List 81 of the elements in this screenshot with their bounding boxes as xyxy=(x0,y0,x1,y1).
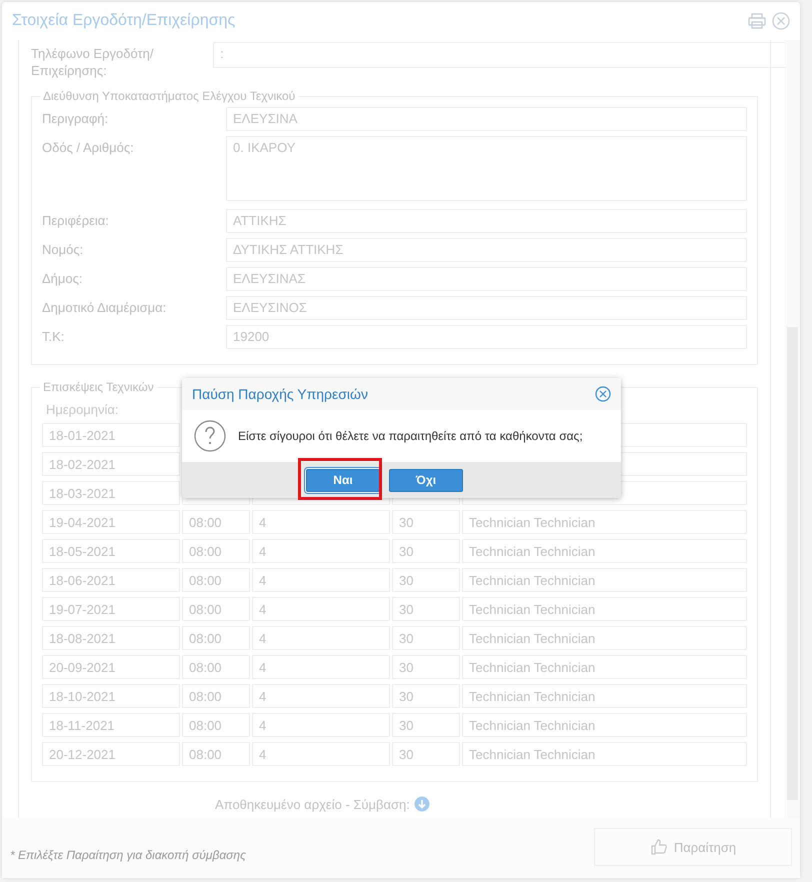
table-cell: 30 xyxy=(392,684,460,708)
input-field[interactable]: ΑΤΤΙΚΗΣ xyxy=(226,209,747,233)
table-cell: 08:00 xyxy=(182,684,250,708)
table-cell: Technician Technician xyxy=(462,742,747,766)
table-cell: 4 xyxy=(252,510,390,534)
table-cell: 18-01-2021 xyxy=(42,423,180,447)
input-field[interactable]: ΕΛΕΥΣΙΝΟΣ xyxy=(226,296,747,320)
fieldset-legend: Επισκέψεις Τεχνικών xyxy=(40,380,157,394)
resign-button[interactable]: Παραίτηση xyxy=(594,828,792,866)
table-cell: 30 xyxy=(392,655,460,679)
field-label: Περιγραφή: xyxy=(42,110,110,127)
table-cell: 4 xyxy=(252,713,390,737)
print-icon[interactable] xyxy=(748,13,766,29)
field-label: Περιφέρεια: xyxy=(42,212,110,229)
table-cell: 30 xyxy=(392,597,460,621)
table-cell: 20-09-2021 xyxy=(42,655,180,679)
table-cell: Technician Technician xyxy=(462,597,747,621)
table-cell: 08:00 xyxy=(182,539,250,563)
table-cell: 18-03-2021 xyxy=(42,481,180,505)
close-icon[interactable] xyxy=(595,386,611,402)
table-cell: 4 xyxy=(252,539,390,563)
table-cell: 08:00 xyxy=(182,655,250,679)
table-cell: 4 xyxy=(252,684,390,708)
table-cell: 18-11-2021 xyxy=(42,713,180,737)
table-cell: Technician Technician xyxy=(462,684,747,708)
table-cell: 30 xyxy=(392,568,460,592)
table-cell: Technician Technician xyxy=(462,568,747,592)
footer-note: * Επιλέξτε Παραίτηση για διακοπή σύμβασης xyxy=(10,848,246,862)
window-title: Στοιχεία Εργοδότη/Επιχείρησης xyxy=(12,12,236,30)
dialog-message: Είστε σίγουροι ότι θέλετε να παραιτηθείτε από τα καθήκοντα σας; xyxy=(238,429,583,443)
field-label: Τ.Κ: xyxy=(42,328,66,345)
field-label: Νομός: xyxy=(42,241,84,258)
table-cell: 08:00 xyxy=(182,568,250,592)
table-cell: 4 xyxy=(252,626,390,650)
file-label: Αποθηκευμένο αρχείο - Σύμβαση: xyxy=(215,796,410,812)
table-cell: 30 xyxy=(392,713,460,737)
download-icon[interactable] xyxy=(414,796,430,812)
table-cell: 4 xyxy=(252,742,390,766)
table-cell: 08:00 xyxy=(182,597,250,621)
table-cell: 19-04-2021 xyxy=(42,510,180,534)
phone-field[interactable]: : xyxy=(213,42,786,68)
table-cell: 4 xyxy=(252,568,390,592)
table-cell: 18-08-2021 xyxy=(42,626,180,650)
table-cell: 08:00 xyxy=(182,626,250,650)
table-cell: 20-12-2021 xyxy=(42,742,180,766)
table-cell: 08:00 xyxy=(182,742,250,766)
table-cell: 30 xyxy=(392,510,460,534)
table-cell: 18-10-2021 xyxy=(42,684,180,708)
input-field[interactable]: 19200 xyxy=(226,325,747,349)
table-cell: Technician Technician xyxy=(462,626,747,650)
table-cell: Technician Technician xyxy=(462,539,747,563)
table-cell: Technician Technician xyxy=(462,510,747,534)
table-cell: 30 xyxy=(392,626,460,650)
dialog-title: Παύση Παροχής Υπηρεσιών xyxy=(192,386,368,402)
input-field[interactable]: ΔΥΤΙΚΗΣ ΑΤΤΙΚΗΣ xyxy=(226,238,747,262)
thumbs-up-icon xyxy=(650,838,668,856)
dialog-button[interactable]: Όχι xyxy=(389,468,463,492)
table-cell: 4 xyxy=(252,597,390,621)
question-icon xyxy=(194,420,226,452)
close-icon[interactable] xyxy=(772,12,790,30)
table-cell: 19-07-2021 xyxy=(42,597,180,621)
table-cell: 18-02-2021 xyxy=(42,452,180,476)
fieldset-legend: Διεύθυνση Υποκαταστήματος Ελέγχου Τεχνικού xyxy=(40,89,298,103)
table-cell: Technician Technician xyxy=(462,655,747,679)
field-label: Δήμος: xyxy=(42,270,84,287)
dialog-button[interactable]: Ναι xyxy=(306,468,380,492)
text-area[interactable]: 0. ΙΚΑΡΟΥ xyxy=(226,136,747,201)
table-cell: 30 xyxy=(392,539,460,563)
field-label: Δημοτικό Διαμέρισμα: xyxy=(42,299,168,316)
table-cell: 30 xyxy=(392,742,460,766)
table-cell: 08:00 xyxy=(182,510,250,534)
input-field[interactable]: ΕΛΕΥΣΙΝΑΣ xyxy=(226,267,747,291)
input-field[interactable]: ΕΛΕΥΣΙΝΑ xyxy=(226,107,747,131)
table-cell: 08:00 xyxy=(182,713,250,737)
table-cell: 18-05-2021 xyxy=(42,539,180,563)
field-label: Οδός / Αριθμός: xyxy=(42,139,135,156)
scrollbar[interactable] xyxy=(785,40,800,818)
table-cell: 18-06-2021 xyxy=(42,568,180,592)
table-cell: Technician Technician xyxy=(462,713,747,737)
field-label: Τηλέφωνο Εργοδότη/ Επιχείρησης: xyxy=(31,45,154,79)
table-cell: 4 xyxy=(252,655,390,679)
